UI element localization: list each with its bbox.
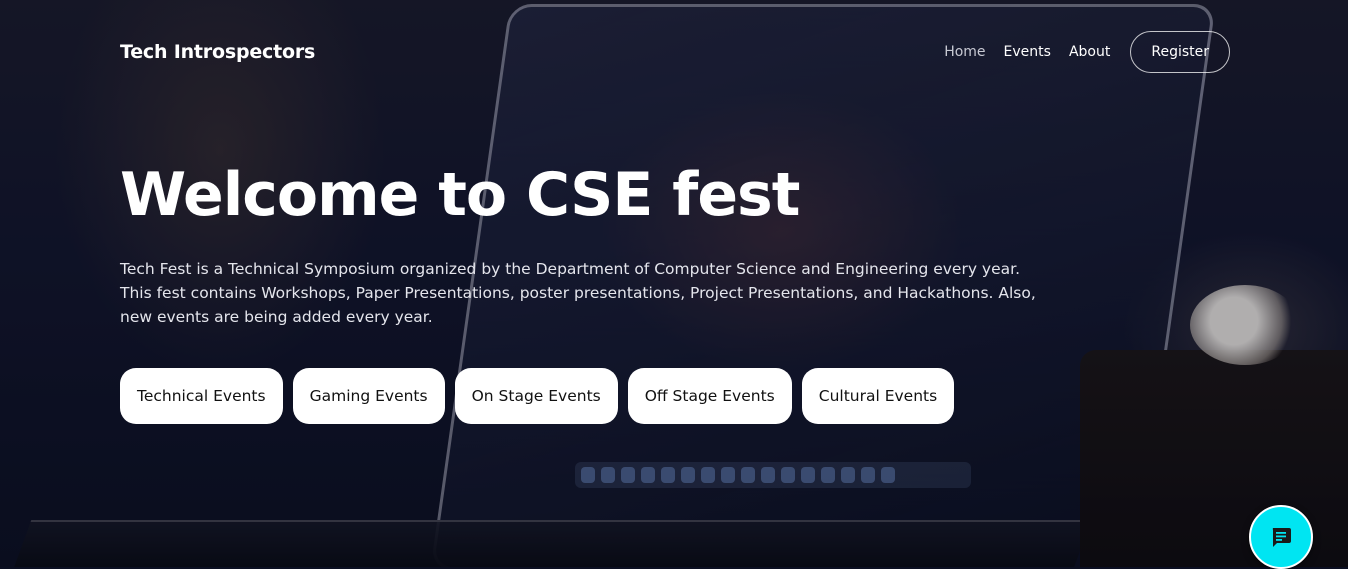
brand-logo[interactable]: Tech Introspectors: [120, 41, 315, 63]
nav-link-about[interactable]: About: [1069, 44, 1110, 60]
chat-button[interactable]: [1249, 505, 1313, 569]
nav-links: Home Events About Register: [944, 31, 1230, 73]
on-stage-events-button[interactable]: On Stage Events: [454, 368, 618, 424]
register-button[interactable]: Register: [1130, 31, 1230, 73]
navbar: Tech Introspectors Home Events About Reg…: [120, 30, 1230, 74]
off-stage-events-button[interactable]: Off Stage Events: [627, 368, 792, 424]
event-category-buttons: Technical Events Gaming Events On Stage …: [120, 368, 955, 424]
technical-events-button[interactable]: Technical Events: [120, 368, 283, 424]
hero-title: Welcome to CSE fest: [120, 160, 800, 230]
gaming-events-button[interactable]: Gaming Events: [292, 368, 445, 424]
nav-link-home[interactable]: Home: [944, 44, 985, 60]
nav-link-events[interactable]: Events: [1004, 44, 1051, 60]
cultural-events-button[interactable]: Cultural Events: [801, 368, 955, 424]
hero-description: Tech Fest is a Technical Symposium organ…: [120, 260, 1036, 326]
chat-bubble-icon: [1272, 528, 1291, 547]
